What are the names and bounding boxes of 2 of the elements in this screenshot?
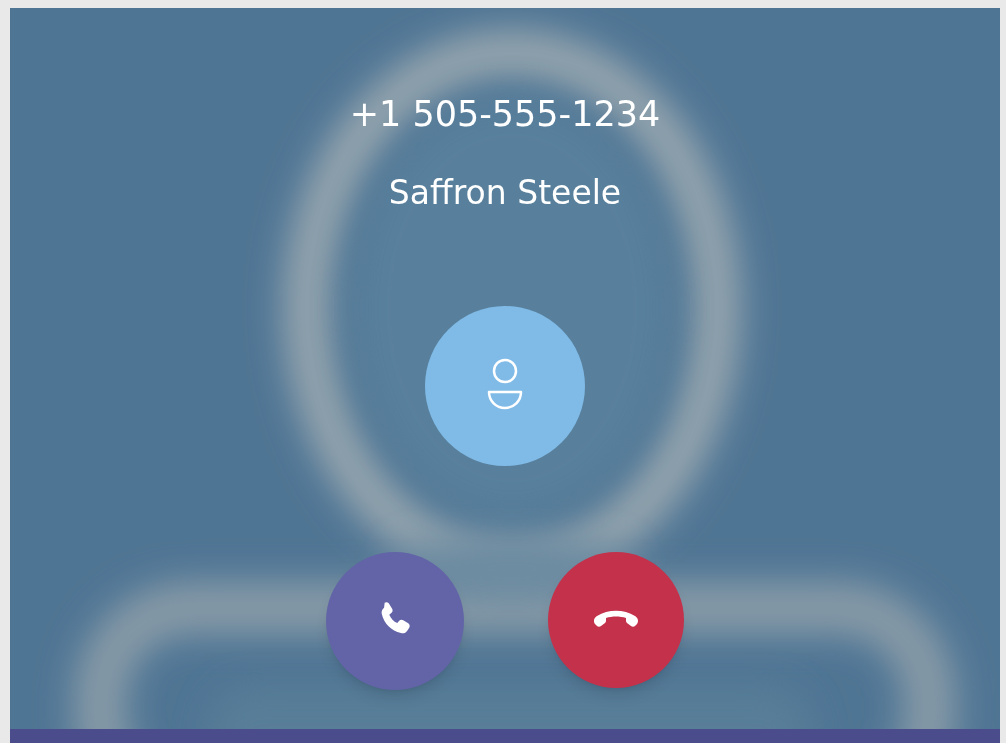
caller-name: Saffron Steele xyxy=(388,172,622,214)
caller-number: +1 505-555-1234 xyxy=(349,93,661,136)
